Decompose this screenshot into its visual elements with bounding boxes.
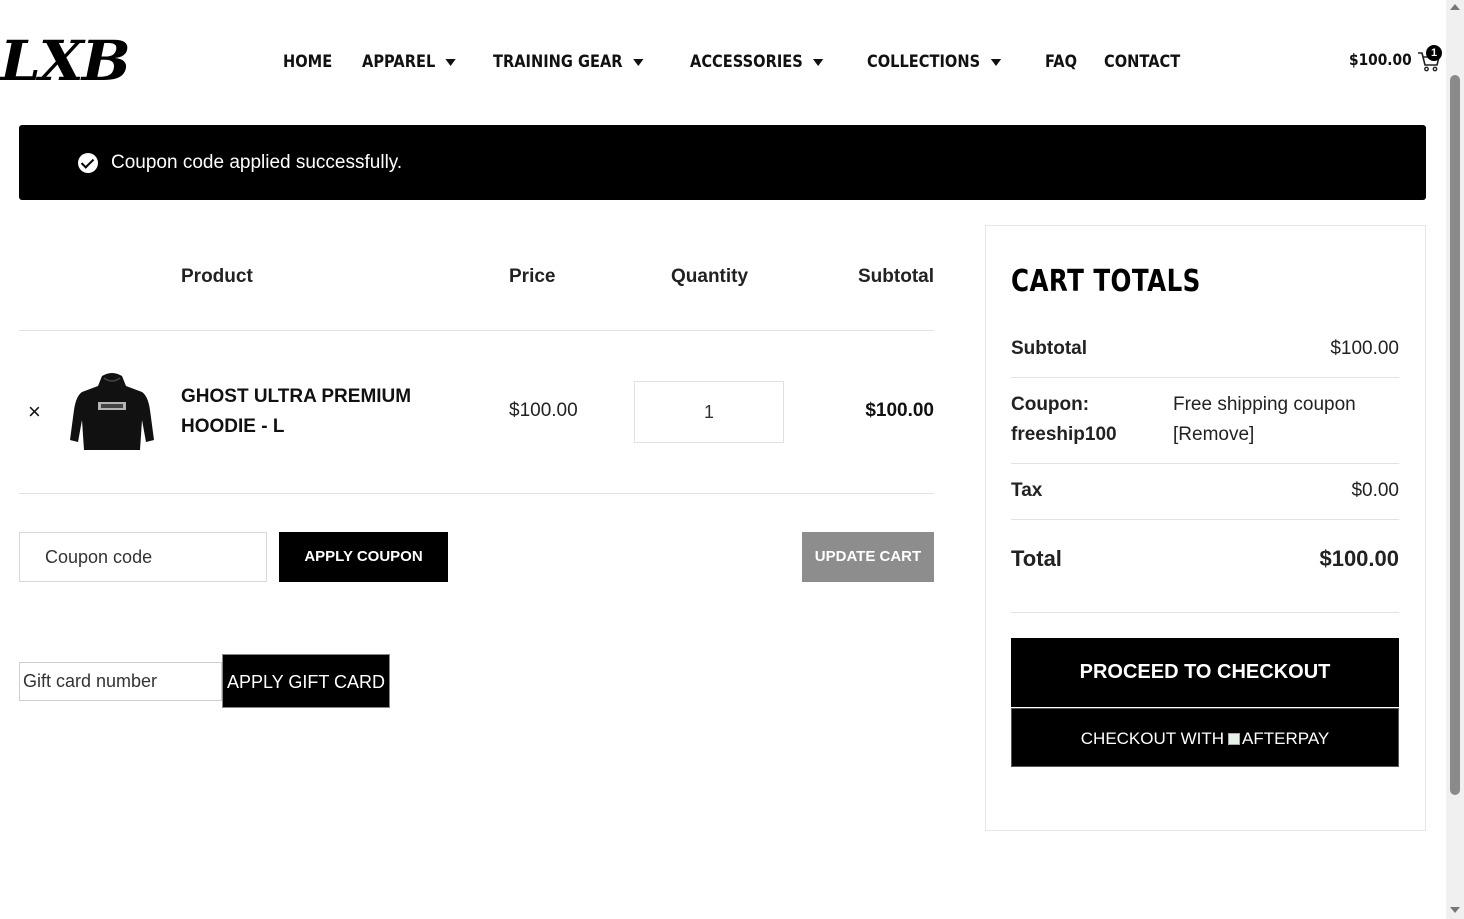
caret-down-icon xyxy=(990,58,1002,66)
table-divider xyxy=(19,330,934,331)
caret-down-icon xyxy=(633,58,644,66)
cart-totals-title: CART TOTALS xyxy=(1011,264,1201,299)
gift-card-input[interactable]: Gift card number xyxy=(19,662,222,701)
apply-coupon-button[interactable]: APPLY COUPON xyxy=(279,532,448,582)
apply-gift-card-button[interactable]: APPLY GIFT CARD xyxy=(222,654,390,708)
proceed-to-checkout-button[interactable]: PROCEED TO CHECKOUT xyxy=(1011,638,1399,707)
afterpay-checkout-button[interactable]: CHECKOUT WITH AFTERPAY xyxy=(1011,708,1399,767)
coupon-label: Coupon: xyxy=(1011,394,1090,415)
nav-collections[interactable]: COLLECTIONS xyxy=(867,52,1002,72)
subtotal-label: Subtotal xyxy=(1011,338,1087,359)
product-name-link[interactable]: GHOST ULTRA PREMIUM HOODIE - L xyxy=(181,382,441,442)
column-header-product: Product xyxy=(181,266,253,287)
nav-label: FAQ xyxy=(1044,52,1077,72)
remove-item-button[interactable]: × xyxy=(28,400,41,424)
coupon-code-input[interactable]: Coupon code xyxy=(19,532,267,582)
totals-divider xyxy=(1011,377,1399,378)
check-circle-icon xyxy=(78,152,98,173)
item-subtotal: $100.00 xyxy=(865,400,934,421)
vertical-scrollbar[interactable] xyxy=(1446,0,1464,919)
quantity-input[interactable]: 1 xyxy=(634,381,784,443)
main-nav: HOME APPAREL TRAINING GEAR ACCESSORIES C… xyxy=(283,48,1215,76)
nav-label: TRAINING GEAR xyxy=(493,52,623,72)
update-cart-button[interactable]: UPDATE CART xyxy=(802,532,934,582)
scrollbar-thumb[interactable] xyxy=(1450,75,1460,795)
nav-label: COLLECTIONS xyxy=(867,52,981,72)
product-thumbnail[interactable] xyxy=(70,370,154,454)
totals-divider xyxy=(1011,612,1399,613)
nav-training-gear[interactable]: TRAINING GEAR xyxy=(493,52,644,72)
remove-coupon-link[interactable]: [Remove] xyxy=(1173,424,1254,446)
site-logo[interactable]: LXB xyxy=(0,32,131,91)
nav-label: HOME xyxy=(283,52,333,72)
header-cart-amount[interactable]: $100.00 xyxy=(1349,50,1412,69)
caret-down-icon xyxy=(813,58,824,66)
total-label: Total xyxy=(1011,546,1062,571)
column-header-subtotal: Subtotal xyxy=(858,266,934,287)
nav-apparel[interactable]: APPAREL xyxy=(362,52,457,72)
column-header-quantity: Quantity xyxy=(671,266,749,287)
coupon-description: Free shipping coupon xyxy=(1173,394,1356,415)
nav-home[interactable]: HOME xyxy=(283,52,332,72)
tax-label: Tax xyxy=(1011,480,1043,501)
nav-label: CONTACT xyxy=(1104,52,1181,72)
item-price: $100.00 xyxy=(509,400,578,421)
cart-count-badge: 1 xyxy=(1426,45,1442,61)
nav-accessories[interactable]: ACCESSORIES xyxy=(690,52,824,72)
success-notice: Coupon code applied successfully. xyxy=(19,125,1426,200)
notice-message: Coupon code applied successfully. xyxy=(111,151,403,173)
column-header-price: Price xyxy=(509,266,556,287)
nav-label: APPAREL xyxy=(362,52,436,72)
totals-divider xyxy=(1011,519,1399,520)
nav-contact[interactable]: CONTACT xyxy=(1104,52,1180,72)
tax-value: $0.00 xyxy=(1351,480,1399,501)
table-divider xyxy=(19,493,934,494)
nav-faq[interactable]: FAQ xyxy=(1045,52,1077,72)
broken-image-icon xyxy=(1228,733,1241,745)
total-value: $100.00 xyxy=(1319,546,1399,571)
caret-down-icon xyxy=(445,58,457,66)
afterpay-prefix: CHECKOUT WITH xyxy=(1080,729,1225,748)
nav-label: ACCESSORIES xyxy=(690,52,803,72)
scroll-up-arrow-icon[interactable] xyxy=(1450,4,1460,10)
afterpay-logo-alt: AFTERPAY xyxy=(1242,729,1330,748)
coupon-code-label: freeship100 xyxy=(1011,424,1117,445)
subtotal-value: $100.00 xyxy=(1330,338,1399,359)
scroll-down-arrow-icon[interactable] xyxy=(1450,907,1460,913)
totals-divider xyxy=(1011,463,1399,464)
